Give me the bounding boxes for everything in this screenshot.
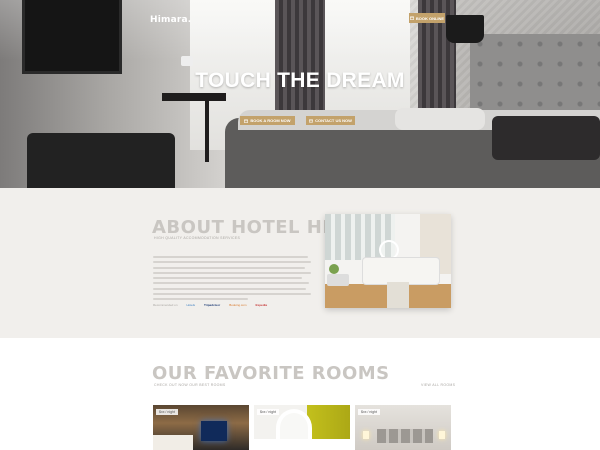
tv-image	[22, 0, 122, 74]
envelope-icon	[309, 119, 313, 122]
room-price-badge: $xx / night	[358, 409, 380, 415]
throw-image	[492, 116, 600, 160]
calendar-icon	[244, 119, 249, 123]
text-line	[153, 261, 311, 264]
rooms-section: OUR FAVORITE ROOMS CHECK OUT NOW OUR BES…	[0, 338, 600, 450]
text-line	[153, 266, 305, 269]
table-lamp	[181, 56, 193, 66]
about-subtitle: HIGH QUALITY ACCOMMODATION SERVICES	[154, 236, 241, 240]
partner-booking[interactable]: Booking.com	[229, 303, 246, 307]
about-paragraph	[153, 256, 311, 304]
text-line	[153, 298, 248, 301]
hero-title: TOUCH THE DREAM	[195, 69, 405, 92]
room-lamp	[439, 431, 445, 439]
text-line	[153, 271, 311, 274]
room-tv	[201, 421, 227, 441]
bench-image	[27, 133, 175, 188]
calendar-icon	[409, 16, 414, 20]
room-bed	[254, 439, 350, 450]
partner-tripadvisor[interactable]: Tripadvisor	[204, 303, 220, 307]
about-section: ABOUT HOTEL HIMARA. HIGH QUALITY ACCOMMO…	[0, 188, 600, 338]
room-card[interactable]: $xx / night	[254, 405, 350, 450]
curtain-left	[275, 0, 325, 120]
room-price-badge: $xx / night	[156, 409, 178, 415]
contact-button[interactable]: CONTACT US NOW	[306, 116, 355, 125]
pillow-image	[395, 108, 485, 130]
side-table-leg	[205, 100, 209, 162]
room-bed	[153, 435, 193, 450]
photo-ring-decor	[379, 240, 399, 260]
text-line	[153, 256, 308, 258]
text-line	[153, 287, 307, 290]
partners-label: Recommended on	[153, 303, 178, 307]
text-line	[153, 282, 310, 285]
text-line	[153, 293, 311, 296]
partner-hotels[interactable]: Hotels	[187, 303, 196, 307]
about-room-photo	[325, 214, 451, 308]
partner-expedia[interactable]: Expedia	[256, 303, 268, 307]
room-card[interactable]: $xx / night	[153, 405, 249, 450]
view-all-rooms-link[interactable]: VIEW ALL ROOMS	[421, 383, 455, 387]
photo-sofa	[327, 274, 349, 286]
room-pillows	[377, 429, 433, 443]
room-lamp	[363, 431, 369, 439]
wall-lamp	[446, 15, 484, 43]
book-room-label: BOOK A ROOM NOW	[250, 118, 291, 123]
room-card[interactable]: $xx / night	[355, 405, 451, 450]
book-online-button[interactable]: BOOK ONLINE	[409, 13, 445, 23]
partner-logos: Recommended on Hotels Tripadvisor Bookin…	[153, 303, 293, 307]
rooms-subtitle: CHECK OUT NOW OUR BEST ROOMS	[154, 383, 226, 387]
photo-bed	[363, 258, 439, 284]
text-line	[153, 277, 302, 280]
photo-rug	[387, 282, 409, 308]
hero-section: Himara. BOOK ONLINE TOUCH THE DREAM BOOK…	[0, 0, 600, 188]
book-room-button[interactable]: BOOK A ROOM NOW	[240, 116, 295, 125]
rooms-title: OUR FAVORITE ROOMS	[152, 363, 390, 384]
brand-logo[interactable]: Himara.	[150, 15, 191, 25]
side-table	[162, 93, 226, 101]
photo-plant	[329, 264, 339, 274]
contact-label: CONTACT US NOW	[315, 118, 352, 123]
room-price-badge: $xx / night	[257, 409, 279, 415]
book-online-label: BOOK ONLINE	[415, 15, 445, 21]
